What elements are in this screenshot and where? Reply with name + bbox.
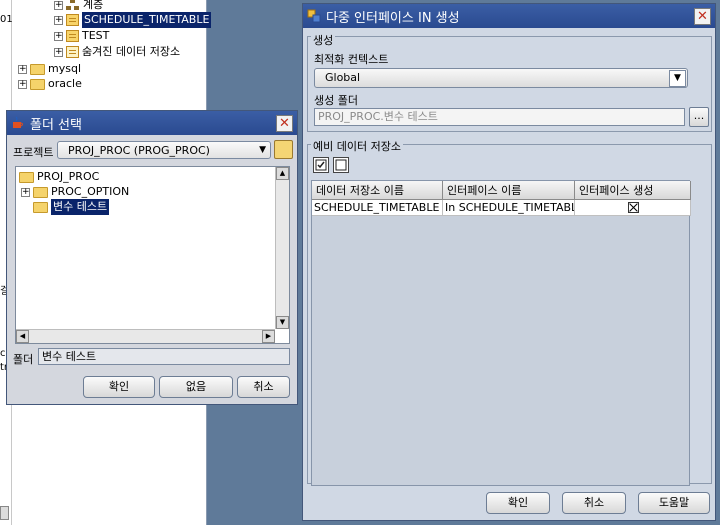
horizontal-scrollbar[interactable]: ◀ ▶ (16, 329, 275, 343)
interface-icon (307, 9, 321, 23)
expand-icon[interactable]: + (54, 47, 63, 57)
java-cup-icon (13, 116, 23, 128)
check-all-button[interactable] (313, 157, 329, 173)
uncheck-all-icon (335, 159, 347, 171)
tree-item-hidden-store[interactable]: + 숨겨진 데이터 저장소 (54, 44, 180, 60)
tree-item-label: 변수 테스트 (51, 199, 110, 215)
folder-icon (30, 63, 45, 75)
column-header-store[interactable]: 데이터 저장소 이름 (312, 181, 443, 200)
chevron-down-icon: ▼ (669, 70, 686, 87)
expand-icon[interactable]: + (54, 15, 63, 25)
expand-icon[interactable]: + (18, 79, 27, 89)
expand-icon[interactable]: + (21, 187, 30, 197)
tree-item-schedule-timetable[interactable]: + SCHEDULE_TIMETABLE (54, 12, 212, 28)
cancel-button[interactable]: 취소 (237, 376, 290, 398)
folder-icon (33, 186, 48, 198)
expand-icon[interactable]: + (54, 31, 63, 41)
scroll-right-icon[interactable]: ▶ (262, 330, 275, 343)
scroll-left-icon[interactable] (0, 506, 9, 520)
spare-store-group-title: 예비 데이터 저장소 (311, 138, 403, 154)
folder-icon (30, 78, 45, 90)
table-cell-store[interactable]: SCHEDULE_TIMETABLE (312, 200, 443, 216)
tree-item-label: PROJ_PROC (37, 170, 100, 183)
create-folder-field[interactable]: PROJ_PROC.변수 테스트 (314, 108, 685, 126)
project-select[interactable]: PROJ_PROC (PROG_PROC) ▼ (57, 141, 271, 159)
folder-icon (19, 171, 34, 183)
tree-item-label: mysql (48, 62, 81, 75)
folder-tree-proc-option[interactable]: + PROC_OPTION (21, 184, 129, 200)
none-button[interactable]: 없음 (159, 376, 233, 398)
hierarchy-icon (66, 0, 80, 11)
tree-item-label: PROC_OPTION (51, 185, 130, 198)
check-all-icon (315, 159, 327, 171)
optimize-context-value: Global (325, 71, 361, 84)
tree-item-mysql[interactable]: + mysql (18, 61, 81, 77)
project-label: 프로젝트 (13, 146, 54, 159)
open-folder-button[interactable] (274, 140, 293, 159)
folder-tree-var-test[interactable]: 변수 테스트 (33, 199, 110, 215)
main-dialog-title: 다중 인터페이스 IN 생성 (326, 10, 460, 26)
spare-store-table: 데이터 저장소 이름 인터페이스 이름 인터페이스 생성 SCHEDULE_TI… (311, 180, 691, 486)
folder-icon (33, 201, 48, 213)
folder-dialog-title: 폴더 선택 (30, 117, 82, 133)
folder-dialog-titlebar[interactable]: 폴더 선택 (7, 111, 297, 135)
folder-dialog-close-button[interactable]: ✕ (276, 115, 293, 132)
table-icon (66, 14, 79, 26)
folder-field[interactable]: 변수 테스트 (38, 348, 290, 365)
optimize-context-select[interactable]: Global ▼ (314, 68, 688, 88)
main-dialog-close-button[interactable]: ✕ (694, 8, 711, 25)
table-cell-create[interactable] (575, 200, 691, 216)
expand-icon[interactable]: + (54, 0, 63, 10)
scroll-left-icon[interactable]: ◀ (16, 330, 29, 343)
folder-tree: PROJ_PROC + PROC_OPTION 변수 테스트 ▲ ▼ ◀ ▶ (15, 166, 290, 344)
ok-button[interactable]: 확인 (83, 376, 155, 398)
column-header-create[interactable]: 인터페이스 생성 (575, 181, 691, 200)
create-folder-label: 생성 폴더 (314, 94, 358, 107)
tree-item-label: oracle (48, 77, 82, 90)
create-interface-checkbox[interactable] (628, 202, 639, 213)
cancel-button[interactable]: 취소 (562, 492, 626, 514)
folder-field-value: 변수 테스트 (42, 350, 97, 363)
tree-item-oracle[interactable]: + oracle (18, 76, 82, 92)
column-header-interface[interactable]: 인터페이스 이름 (443, 181, 575, 200)
folder-tree-root[interactable]: PROJ_PROC (19, 169, 99, 185)
uncheck-all-button[interactable] (333, 157, 349, 173)
chevron-down-icon: ▼ (259, 145, 266, 155)
main-dialog-titlebar[interactable]: 다중 인터페이스 IN 생성 (303, 4, 715, 28)
folder-select-dialog: 폴더 선택 ✕ 프로젝트 PROJ_PROC (PROG_PROC) ▼ PRO… (6, 110, 298, 405)
create-folder-value: PROJ_PROC.변수 테스트 (318, 110, 438, 123)
tree-item-label: TEST (82, 29, 110, 42)
edge-fragment: 01 (0, 14, 13, 25)
help-button[interactable]: 도움말 (638, 492, 710, 514)
table-icon (66, 30, 79, 42)
tree-item-test[interactable]: + TEST (54, 28, 109, 44)
folder-label: 폴더 (13, 353, 34, 366)
tree-item-label: 숨겨진 데이터 저장소 (82, 45, 181, 58)
multi-interface-dialog: 다중 인터페이스 IN 생성 ✕ 생성 최적화 컨텍스트 Global ▼ 생성… (302, 3, 716, 521)
scroll-down-icon[interactable]: ▼ (276, 316, 289, 329)
project-select-value: PROJ_PROC (PROG_PROC) (68, 144, 210, 157)
scroll-up-icon[interactable]: ▲ (276, 167, 289, 180)
optimize-context-label: 최적화 컨텍스트 (314, 53, 389, 66)
create-group-title: 생성 (311, 32, 336, 48)
ok-button[interactable]: 확인 (486, 492, 550, 514)
expand-icon[interactable]: + (18, 64, 27, 74)
vertical-scrollbar[interactable]: ▲ ▼ (275, 167, 289, 329)
tree-item-label: SCHEDULE_TIMETABLE (82, 12, 212, 28)
hidden-store-icon (66, 46, 79, 58)
table-cell-interface[interactable]: In SCHEDULE_TIMETABLE ... (443, 200, 575, 216)
browse-button[interactable]: ... (689, 107, 709, 127)
